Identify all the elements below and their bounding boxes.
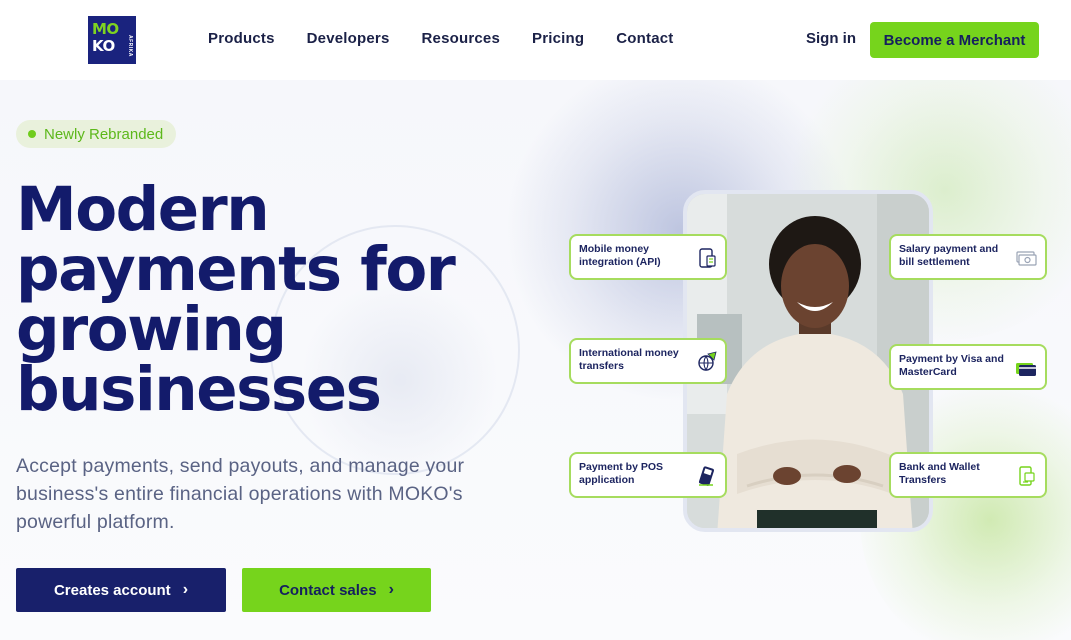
phone-document-icon bbox=[699, 248, 716, 268]
nav-contact[interactable]: Contact bbox=[616, 30, 673, 47]
nav-products[interactable]: Products bbox=[208, 30, 275, 47]
cash-bills-icon bbox=[1016, 251, 1037, 266]
logo-text-bottom: KO bbox=[92, 37, 115, 55]
feature-card-bank-wallet[interactable]: Bank and Wallet Transfers bbox=[889, 452, 1047, 498]
feature-card-international[interactable]: International money transfers bbox=[569, 338, 727, 384]
hero-subtitle: Accept payments, send payouts, and manag… bbox=[16, 455, 465, 533]
become-merchant-button[interactable]: Become a Merchant bbox=[870, 22, 1039, 58]
headline-line: businesses bbox=[16, 354, 382, 425]
sign-in-link[interactable]: Sign in bbox=[806, 30, 856, 47]
feature-card-mobile-money[interactable]: Mobile money integration (API) bbox=[569, 234, 727, 280]
hero-section: Newly Rebranded Modern payments for grow… bbox=[0, 80, 1071, 640]
site-header: MO KO AFRIKA Products Developers Resourc… bbox=[0, 0, 1071, 80]
feature-label: Payment by Visa and MasterCard bbox=[899, 353, 1004, 378]
feature-label: International money transfers bbox=[579, 347, 679, 372]
status-dot-icon bbox=[28, 130, 36, 138]
globe-plane-icon bbox=[698, 351, 717, 372]
pos-terminal-icon bbox=[698, 466, 714, 486]
contact-sales-label: Contact sales bbox=[279, 581, 377, 599]
nav-developers[interactable]: Developers bbox=[307, 30, 390, 47]
feature-label: Mobile money integration (API) bbox=[579, 243, 661, 268]
chevron-right-icon: › bbox=[182, 581, 189, 598]
wallet-transfer-icon bbox=[1019, 466, 1035, 486]
chevron-right-icon: › bbox=[388, 581, 394, 598]
moko-logo[interactable]: MO KO AFRIKA bbox=[88, 16, 136, 64]
feature-card-pos[interactable]: Payment by POS application bbox=[569, 452, 727, 498]
badge-label: Newly Rebranded bbox=[44, 125, 164, 143]
feature-label: Payment by POS application bbox=[579, 461, 664, 486]
nav-resources[interactable]: Resources bbox=[422, 30, 501, 47]
create-account-label: Creates account bbox=[53, 581, 171, 599]
feature-label: Salary payment and bill settlement bbox=[899, 243, 999, 268]
feature-card-visa-mastercard[interactable]: Payment by Visa and MasterCard bbox=[889, 344, 1047, 390]
create-account-button[interactable]: Creates account › bbox=[16, 568, 226, 612]
logo-side-text: AFRIKA bbox=[127, 35, 133, 57]
contact-sales-button[interactable]: Contact sales › bbox=[242, 568, 431, 612]
logo-text-top: MO bbox=[92, 20, 119, 38]
feature-card-salary[interactable]: Salary payment and bill settlement bbox=[889, 234, 1047, 280]
hero-headline: Modern payments for growing businesses bbox=[16, 179, 486, 420]
rebrand-badge: Newly Rebranded bbox=[16, 120, 177, 148]
nav-pricing[interactable]: Pricing bbox=[532, 30, 584, 47]
feature-label: Bank and Wallet Transfers bbox=[899, 461, 980, 486]
main-nav: Products Developers Resources Pricing Co… bbox=[208, 30, 674, 47]
credit-card-icon bbox=[1016, 363, 1036, 376]
